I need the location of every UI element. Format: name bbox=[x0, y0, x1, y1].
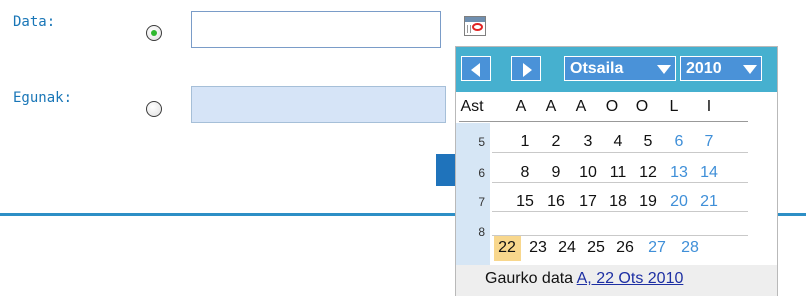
chevron-down-icon bbox=[657, 65, 671, 74]
weekday-header: O bbox=[605, 98, 619, 115]
calendar-icon[interactable] bbox=[464, 16, 486, 36]
weekday-header: O bbox=[635, 98, 649, 115]
weekday-header: I bbox=[706, 98, 712, 115]
day-cell[interactable]: 12 bbox=[636, 163, 660, 185]
day-cell[interactable]: 20 bbox=[667, 192, 691, 214]
day-cell[interactable]: 3 bbox=[576, 132, 600, 154]
year-select[interactable]: 2010 bbox=[680, 56, 762, 81]
week-column-header: Ast bbox=[460, 98, 484, 115]
day-cell[interactable]: 23 bbox=[526, 238, 550, 260]
week-number: 6 bbox=[478, 166, 485, 180]
weekday-header: L bbox=[669, 98, 679, 115]
egunak-radio[interactable] bbox=[146, 101, 162, 117]
day-cell[interactable]: 27 bbox=[645, 238, 669, 260]
data-label: Data: bbox=[13, 14, 56, 30]
month-select[interactable]: Otsaila bbox=[564, 56, 676, 81]
day-cell[interactable]: 2 bbox=[544, 132, 568, 154]
data-radio[interactable] bbox=[146, 25, 162, 41]
day-cell[interactable]: 8 bbox=[513, 163, 537, 185]
today-link[interactable]: A, 22 Ots 2010 bbox=[577, 270, 684, 287]
row-divider bbox=[492, 235, 748, 236]
week-number: 5 bbox=[478, 135, 485, 149]
weekday-header: A bbox=[515, 98, 527, 115]
month-value: Otsaila bbox=[570, 60, 624, 77]
day-cell[interactable]: 25 bbox=[584, 238, 608, 260]
calendar-popup: Otsaila 2010 Ast A A A O O L I 5 1 2 3 4… bbox=[455, 46, 778, 296]
calendar-icon-header bbox=[465, 17, 485, 22]
day-cell[interactable]: 14 bbox=[697, 163, 721, 185]
data-input[interactable] bbox=[191, 11, 441, 48]
day-cell[interactable]: 24 bbox=[555, 238, 579, 260]
day-cell[interactable]: 1 bbox=[513, 132, 537, 154]
next-month-button[interactable] bbox=[511, 56, 541, 81]
day-cell[interactable]: 26 bbox=[613, 238, 637, 260]
egunak-input[interactable] bbox=[191, 86, 446, 123]
header-divider bbox=[459, 121, 748, 122]
day-cell[interactable]: 10 bbox=[576, 163, 600, 185]
day-cell[interactable]: 21 bbox=[697, 192, 721, 214]
day-cell[interactable]: 4 bbox=[606, 132, 630, 154]
day-cell[interactable]: 13 bbox=[667, 163, 691, 185]
week-number: 7 bbox=[478, 195, 485, 209]
day-cell[interactable]: 7 bbox=[697, 132, 721, 154]
day-cell-selected[interactable]: 22 bbox=[495, 238, 519, 260]
weekday-header: A bbox=[545, 98, 557, 115]
day-cell[interactable]: 17 bbox=[576, 192, 600, 214]
day-cell[interactable]: 28 bbox=[678, 238, 702, 260]
day-cell[interactable]: 9 bbox=[544, 163, 568, 185]
year-value: 2010 bbox=[686, 60, 722, 77]
day-cell[interactable]: 5 bbox=[636, 132, 660, 154]
calendar-footer: Gaurko data A, 22 Ots 2010 bbox=[456, 265, 777, 296]
chevron-down-icon bbox=[743, 65, 757, 74]
radio-selected-dot bbox=[151, 30, 157, 36]
day-cell[interactable]: 16 bbox=[544, 192, 568, 214]
arrow-right-icon bbox=[523, 63, 532, 77]
day-cell[interactable]: 18 bbox=[606, 192, 630, 214]
prev-month-button[interactable] bbox=[461, 56, 491, 81]
egunak-label: Egunak: bbox=[13, 90, 73, 106]
day-cell[interactable]: 19 bbox=[636, 192, 660, 214]
today-label: Gaurko data bbox=[485, 270, 574, 287]
calendar-icon-ring bbox=[472, 23, 483, 31]
week-number: 8 bbox=[478, 225, 485, 239]
weekday-header: A bbox=[575, 98, 587, 115]
day-cell[interactable]: 11 bbox=[606, 163, 630, 185]
arrow-left-icon bbox=[471, 63, 480, 77]
day-cell[interactable]: 15 bbox=[513, 192, 537, 214]
day-cell[interactable]: 6 bbox=[667, 132, 691, 154]
